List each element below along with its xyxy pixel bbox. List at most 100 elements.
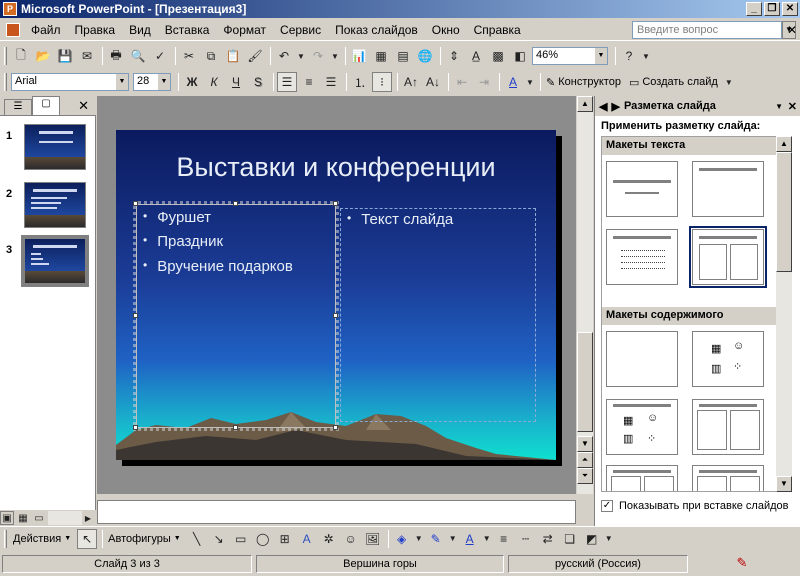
next-slide-icon[interactable]: ⏷ bbox=[577, 468, 593, 484]
chevron-down-icon[interactable]: ▼ bbox=[525, 72, 535, 92]
diagram-icon[interactable]: ✲ bbox=[319, 529, 339, 549]
font-color-icon[interactable]: A bbox=[503, 72, 523, 92]
font-color-icon[interactable]: A bbox=[460, 529, 480, 549]
scroll-up-icon[interactable]: ▲ bbox=[577, 96, 593, 112]
show-on-insert-checkbox[interactable]: ✓ Показывать при вставке слайдов bbox=[601, 500, 789, 512]
forward-icon[interactable]: ▶ bbox=[611, 100, 619, 113]
menu-insert[interactable]: Вставка bbox=[158, 23, 217, 37]
slide-thumbnail-1[interactable]: 1 bbox=[0, 124, 96, 174]
cut-icon[interactable]: ✂ bbox=[179, 46, 199, 66]
spelling-status-icon[interactable]: ✎ bbox=[692, 555, 792, 573]
maximize-button[interactable]: ❐ bbox=[764, 2, 780, 16]
layout-title-two-content[interactable] bbox=[692, 399, 764, 455]
line-style-icon[interactable]: ≡ bbox=[494, 529, 514, 549]
font-select[interactable]: Arial ▼ bbox=[11, 73, 129, 91]
increase-font-icon[interactable]: A↑ bbox=[401, 72, 421, 92]
tables-borders-icon[interactable]: ▤ bbox=[393, 46, 413, 66]
layout-title-content[interactable]: ▦ ☺ ▥ ⁘ bbox=[606, 399, 678, 455]
chevron-down-icon[interactable]: ▼ bbox=[595, 48, 607, 64]
slide-thumbnail-2[interactable]: 2 bbox=[0, 182, 96, 232]
back-icon[interactable]: ◀ bbox=[599, 100, 607, 113]
chevron-down-icon[interactable]: ▼ bbox=[158, 74, 170, 90]
decrease-font-icon[interactable]: A↓ bbox=[423, 72, 443, 92]
shadow-button[interactable]: S bbox=[248, 72, 268, 92]
chevron-down-icon[interactable]: ▼ bbox=[414, 529, 424, 549]
permission-icon[interactable]: ✉ bbox=[77, 46, 97, 66]
toolbar-grip[interactable] bbox=[4, 529, 7, 548]
print-preview-icon[interactable]: 🔍 bbox=[128, 46, 148, 66]
fill-color-icon[interactable]: ◈ bbox=[392, 529, 412, 549]
scroll-right-icon[interactable]: ▶ bbox=[82, 511, 94, 525]
resize-handle[interactable] bbox=[333, 313, 338, 318]
select-objects-icon[interactable]: ↖ bbox=[77, 528, 98, 549]
layout-title-content-text[interactable] bbox=[606, 465, 678, 491]
underline-button[interactable]: Ч bbox=[226, 72, 246, 92]
slide-preview[interactable] bbox=[24, 182, 86, 228]
resize-handle[interactable] bbox=[233, 425, 238, 430]
chevron-down-icon[interactable]: ▼ bbox=[641, 46, 651, 66]
scroll-thumb[interactable] bbox=[577, 332, 593, 432]
help-question-box[interactable]: Введите вопрос ▼ bbox=[632, 21, 796, 39]
hyperlink-icon[interactable]: 🌐 bbox=[415, 46, 435, 66]
align-left-icon[interactable]: ☰ bbox=[277, 72, 297, 92]
resize-handle[interactable] bbox=[233, 201, 238, 206]
left-content-placeholder[interactable]: Фуршет Праздник Вручение подарков bbox=[133, 201, 339, 431]
close-document-button[interactable]: ✕ bbox=[787, 23, 797, 37]
powerpoint-app-icon[interactable]: P bbox=[3, 2, 17, 16]
arrow-style-icon[interactable]: ⇄ bbox=[538, 529, 558, 549]
copy-icon[interactable]: ⧉ bbox=[201, 46, 221, 66]
spelling-icon[interactable]: ✓ bbox=[150, 46, 170, 66]
undo-icon[interactable]: ↶ bbox=[274, 46, 294, 66]
italic-button[interactable]: К bbox=[204, 72, 224, 92]
chevron-down-icon[interactable]: ▼ bbox=[116, 74, 128, 90]
layout-title-only[interactable] bbox=[692, 161, 764, 217]
textbox-icon[interactable]: ⊞ bbox=[275, 529, 295, 549]
slide-title[interactable]: Выставки и конференции bbox=[116, 152, 556, 183]
format-painter-icon[interactable]: 🖌 bbox=[245, 46, 265, 66]
menu-window[interactable]: Окно bbox=[425, 23, 467, 37]
layout-title-text[interactable] bbox=[606, 229, 678, 285]
picture-icon[interactable]: 🖼 bbox=[363, 529, 383, 549]
font-size-select[interactable]: 28 ▼ bbox=[133, 73, 171, 91]
help-question-input[interactable]: Введите вопрос bbox=[637, 24, 718, 36]
slide-preview[interactable] bbox=[21, 235, 89, 287]
wordart-icon[interactable]: A bbox=[297, 529, 317, 549]
tab-outline[interactable]: ☰ bbox=[4, 99, 32, 115]
scroll-up-icon[interactable]: ▲ bbox=[776, 136, 792, 152]
chevron-down-icon[interactable]: ▼ bbox=[604, 529, 614, 549]
rectangle-icon[interactable]: ▭ bbox=[231, 529, 251, 549]
align-right-icon[interactable]: ☰ bbox=[321, 72, 341, 92]
current-slide[interactable]: Выставки и конференции Фуршет Праздник В… bbox=[116, 130, 556, 460]
horizontal-scrollbar[interactable] bbox=[48, 511, 82, 525]
resize-handle[interactable] bbox=[133, 201, 138, 206]
menu-format[interactable]: Формат bbox=[216, 23, 273, 37]
line-icon[interactable]: ╲ bbox=[187, 529, 207, 549]
slide-vertical-scrollbar[interactable]: ▲ ▼ ⏶ ⏷ bbox=[577, 96, 593, 494]
new-file-icon[interactable]: 🗋 bbox=[11, 46, 31, 66]
paste-icon[interactable]: 📋 bbox=[223, 46, 243, 66]
scroll-thumb[interactable] bbox=[776, 152, 792, 272]
arrow-icon[interactable]: ↘ bbox=[209, 529, 229, 549]
3d-style-icon[interactable]: ◩ bbox=[582, 529, 602, 549]
expand-all-icon[interactable]: ⇕ bbox=[444, 46, 464, 66]
task-pane-scrollbar[interactable]: ▲ ▼ bbox=[776, 136, 792, 492]
menu-edit[interactable]: Правка bbox=[68, 23, 123, 37]
clipart-icon[interactable]: ☺ bbox=[341, 529, 361, 549]
decrease-indent-icon[interactable]: ⇤ bbox=[452, 72, 472, 92]
chevron-down-icon[interactable]: ▼ bbox=[724, 72, 734, 92]
resize-handle[interactable] bbox=[133, 313, 138, 318]
notes-pane[interactable] bbox=[97, 500, 576, 524]
line-color-icon[interactable]: ✎ bbox=[426, 529, 446, 549]
increase-indent-icon[interactable]: ⇥ bbox=[474, 72, 494, 92]
tab-slides[interactable]: ▢ bbox=[32, 96, 60, 115]
right-content-placeholder[interactable]: Текст слайда bbox=[340, 208, 536, 422]
zoom-select[interactable]: 46% ▼ bbox=[532, 47, 608, 65]
menu-tools[interactable]: Сервис bbox=[273, 23, 328, 37]
insert-chart-icon[interactable]: 📊 bbox=[349, 46, 369, 66]
close-button[interactable]: ✕ bbox=[782, 2, 798, 16]
align-center-icon[interactable]: ≡ bbox=[299, 72, 319, 92]
slideshow-icon[interactable]: ▭ bbox=[32, 511, 46, 525]
print-icon[interactable]: 🖶 bbox=[106, 46, 126, 66]
show-grid-icon[interactable]: ▩ bbox=[488, 46, 508, 66]
insert-table-icon[interactable]: ▦ bbox=[371, 46, 391, 66]
